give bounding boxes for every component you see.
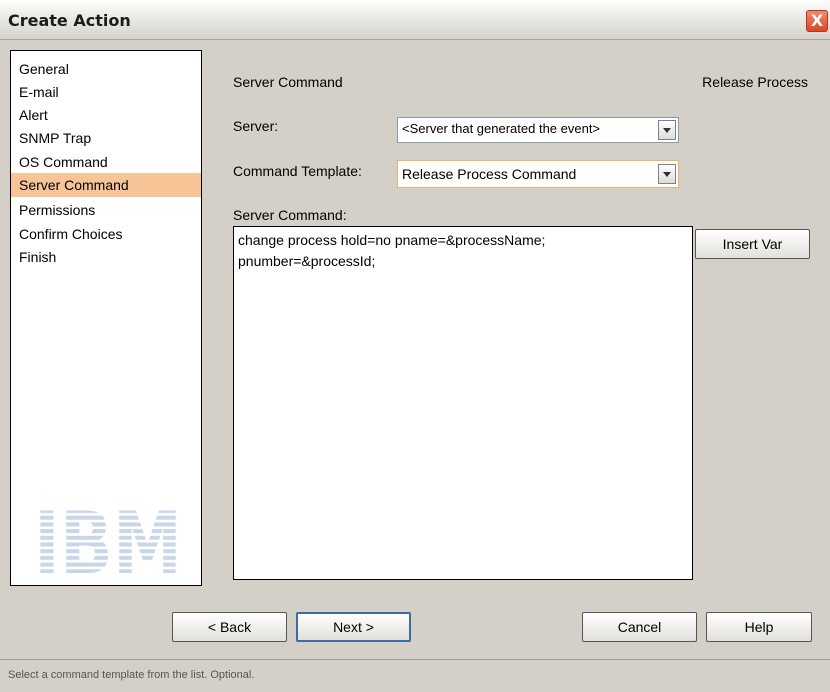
panel-heading: Server Command bbox=[233, 74, 343, 90]
help-button[interactable]: Help bbox=[706, 612, 812, 642]
command-template-value: Release Process Command bbox=[402, 166, 577, 182]
close-icon: X bbox=[810, 11, 824, 30]
step-finish[interactable]: Finish bbox=[11, 245, 201, 269]
command-template-label: Command Template: bbox=[233, 163, 362, 179]
status-text: Select a command template from the list.… bbox=[8, 669, 255, 681]
step-permissions[interactable]: Permissions bbox=[11, 198, 201, 222]
wizard-steps-list: General E-mail Alert SNMP Trap OS Comman… bbox=[10, 50, 202, 586]
window-title: Create Action bbox=[8, 11, 131, 30]
step-email[interactable]: E-mail bbox=[11, 80, 201, 104]
ibm-logo: IBM bbox=[33, 509, 183, 576]
chevron-down-icon[interactable] bbox=[658, 164, 676, 184]
step-snmp-trap[interactable]: SNMP Trap bbox=[11, 126, 201, 150]
step-server-command[interactable]: Server Command bbox=[11, 173, 201, 197]
panel-heading-right: Release Process bbox=[702, 74, 808, 90]
status-bar: Select a command template from the list.… bbox=[0, 659, 830, 692]
server-command-label: Server Command: bbox=[233, 207, 347, 223]
command-template-select[interactable]: Release Process Command bbox=[397, 160, 679, 188]
back-button[interactable]: < Back bbox=[172, 612, 287, 642]
chevron-down-icon[interactable] bbox=[658, 120, 676, 140]
step-alert[interactable]: Alert bbox=[11, 103, 201, 127]
cancel-button[interactable]: Cancel bbox=[582, 612, 697, 642]
server-command-textarea[interactable]: change process hold=no pname=&processNam… bbox=[233, 226, 693, 580]
next-button[interactable]: Next > bbox=[296, 612, 411, 642]
step-general[interactable]: General bbox=[11, 57, 201, 81]
insert-var-button[interactable]: Insert Var bbox=[695, 229, 810, 259]
title-bar: Create Action X bbox=[0, 0, 830, 40]
server-select-value: <Server that generated the event> bbox=[402, 121, 601, 136]
server-select[interactable]: <Server that generated the event> bbox=[397, 117, 679, 143]
server-label: Server: bbox=[233, 118, 279, 134]
step-os-command[interactable]: OS Command bbox=[11, 150, 201, 174]
step-confirm-choices[interactable]: Confirm Choices bbox=[11, 222, 201, 246]
close-button[interactable]: X bbox=[806, 10, 828, 32]
command-line: change process hold=no pname=&processNam… bbox=[238, 232, 546, 248]
command-line: pnumber=&processId; bbox=[238, 253, 376, 269]
